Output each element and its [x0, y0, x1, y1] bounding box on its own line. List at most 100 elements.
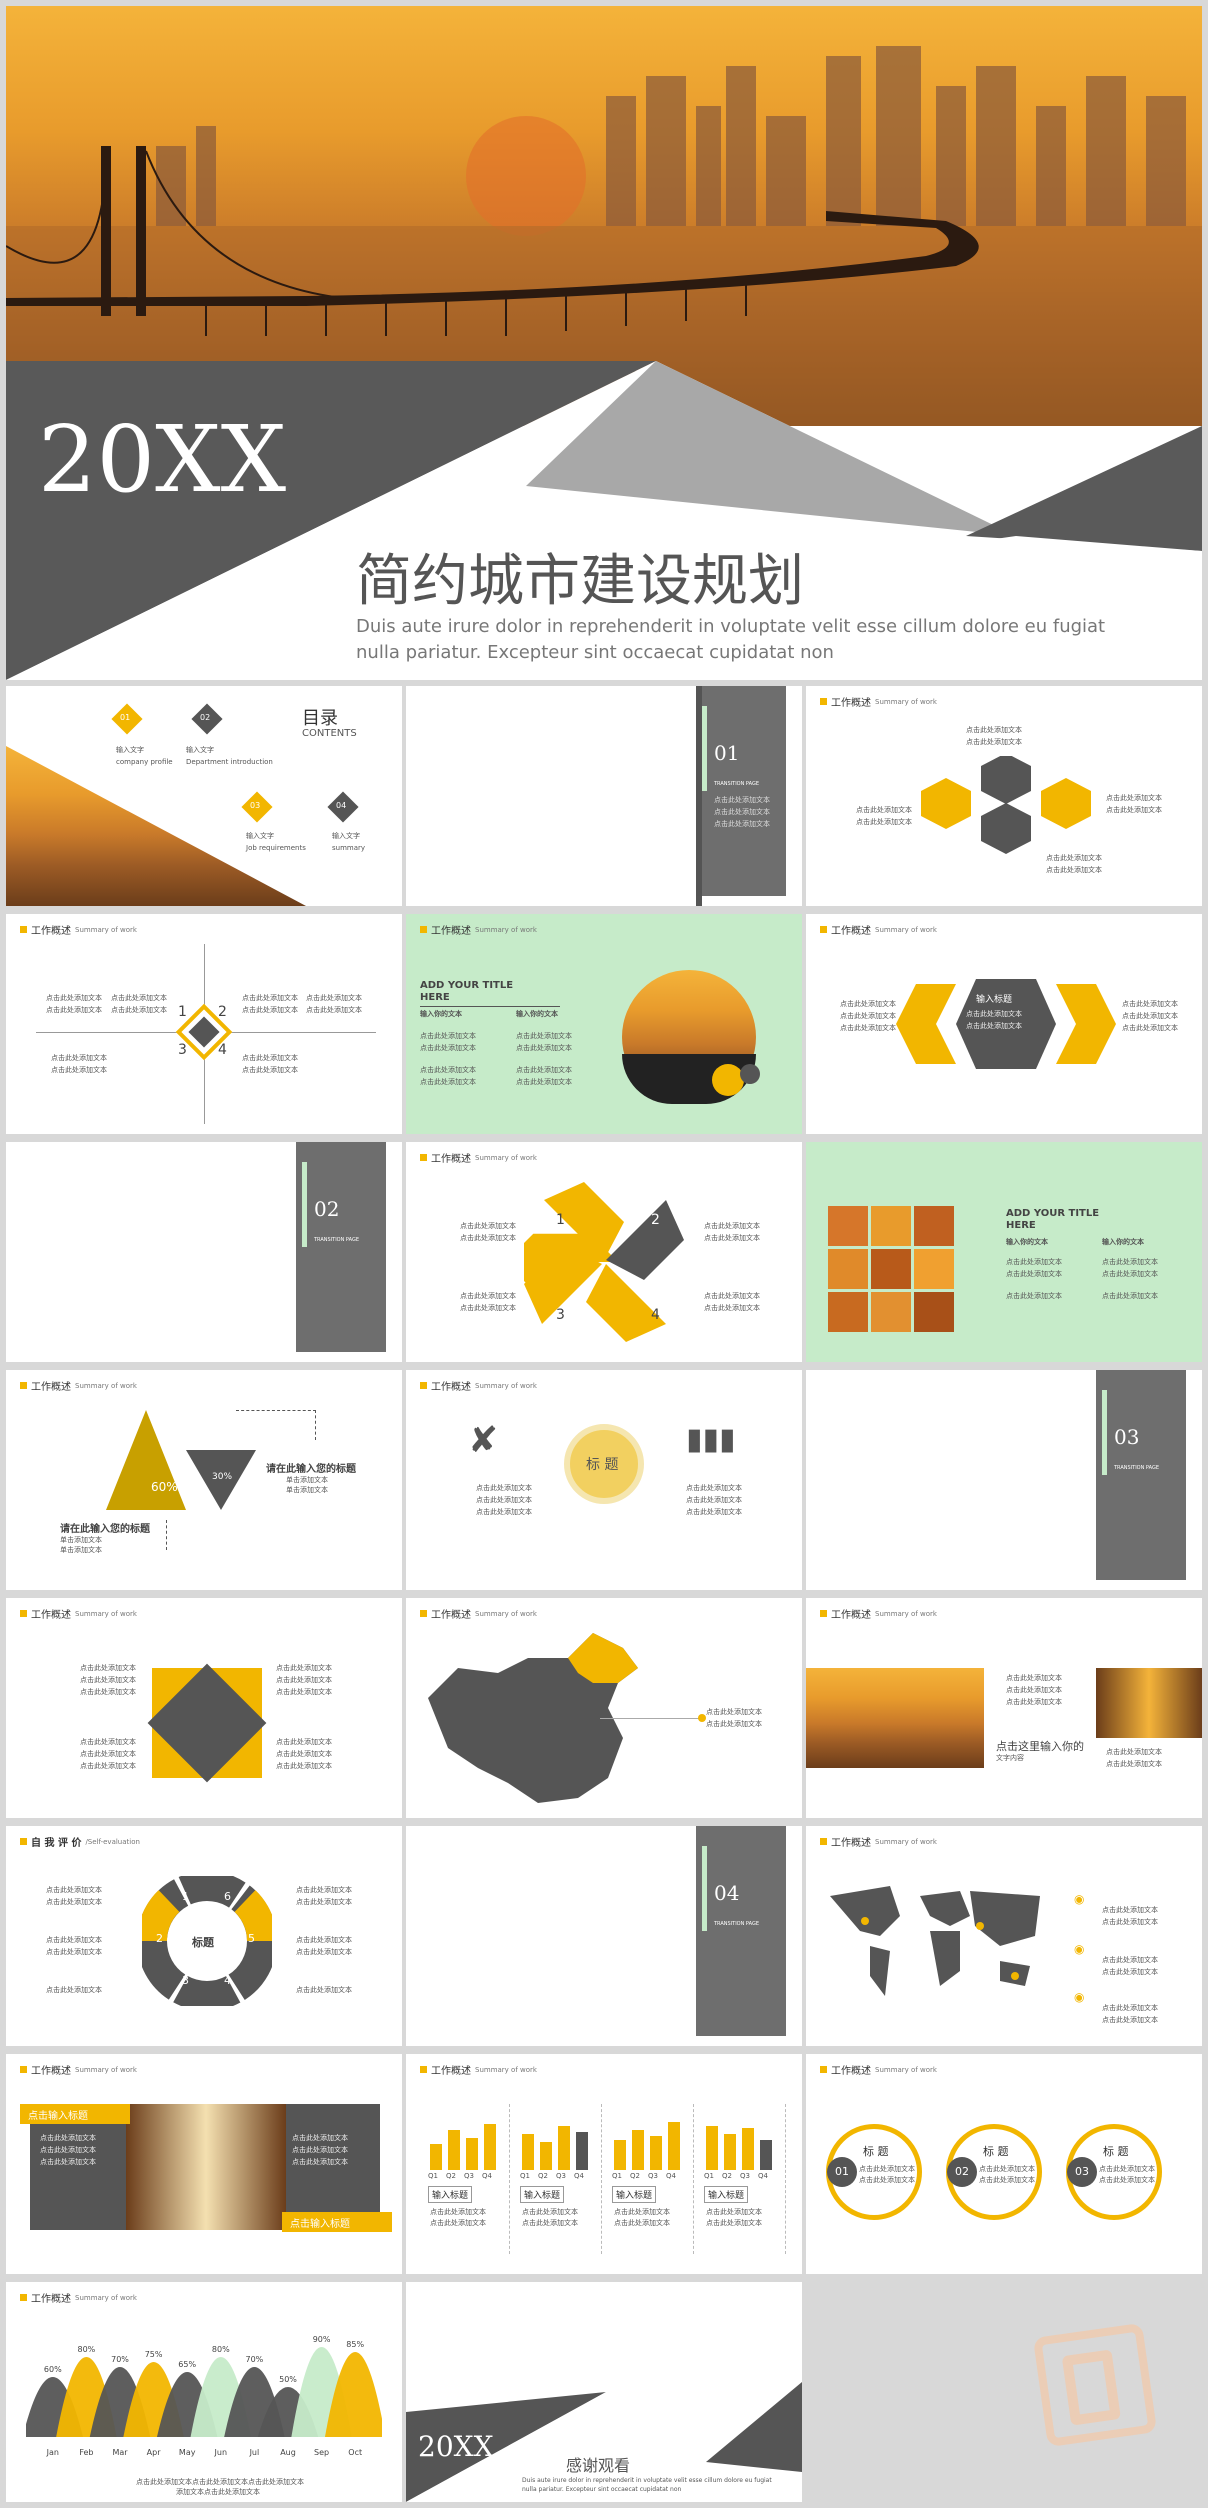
slide-header: 工作概述 Summary of work [420, 922, 537, 937]
toc-num-4: 04 [336, 801, 347, 810]
data-label: 60% [44, 2365, 62, 2374]
slide-triangles[interactable]: 工作概述 Summary of work 60% 30% 请在此输入您的标题 单击… [6, 1370, 402, 1590]
hex-title: 输入标题 [976, 995, 1013, 1005]
cross-text: 点击此处添加文本 [46, 1006, 102, 1014]
diamond-text: 点击此处添加文本 [80, 1750, 136, 1758]
circle-text: 点击此处添加文本 [1099, 2165, 1155, 2173]
petal-text: 点击此处添加文本 [460, 1292, 516, 1300]
bar [724, 2134, 736, 2170]
slide-circles[interactable]: 工作概述 Summary of work 01 标 题点击此处添加文本 点击此处添加文… [806, 2054, 1202, 2274]
slide-thanks[interactable]: 20XX 感谢观看 Duis aute irure dolor in repre… [406, 2282, 802, 2502]
add-title-text: 点击此处添加文本 [1006, 1258, 1062, 1266]
slide-cross[interactable]: 工作概述 Summary of work 1 2 3 4 点击此处添加文本 点击此… [6, 914, 402, 1134]
circle-title: 标 题 [863, 2145, 889, 2158]
petal-text: 点击此处添加文本 [460, 1304, 516, 1312]
toc-sub-4: summary [332, 844, 366, 852]
petal-shapes [524, 1182, 684, 1342]
slide-world-map[interactable]: 工作概述 Summary of work ◉ 点击此处添加文本 点击此处添加文本 … [806, 1826, 1202, 2046]
hex-text: 点击此处添加文本 [1106, 806, 1162, 814]
petal-text: 点击此处添加文本 [460, 1222, 516, 1230]
quarter-label: Q1 [428, 2172, 438, 2180]
bar-group-text: 点击此处添加文本 [614, 2208, 670, 2216]
hex-text: 点击此处添加文本 [1046, 854, 1102, 862]
ring-num: 4 [224, 1974, 231, 1987]
add-title-text: 点击此处添加文本 [516, 1044, 572, 1052]
header-square-icon [20, 2294, 27, 2301]
slide-tools[interactable]: 工作概述 Summary of work ✘ ▮▮▮ 标 题 点击此处添加文本 点… [406, 1370, 802, 1590]
slide-bars[interactable]: 工作概述 Summary of work Q1 Q2 Q3 Q4 输入标题 点击此处添加文本… [406, 2054, 802, 2274]
bar [448, 2130, 460, 2170]
slide-hexagons[interactable]: 工作概述 Summary of work 点击此处添加文本 点击此处添加文本 点击… [806, 686, 1202, 906]
slide-toc[interactable]: 目录 CONTENTS 01 输入文字 company profile 02 输… [6, 686, 402, 906]
title-circle-card: 02 标 题点击此处添加文本 点击此处添加文本 [946, 2124, 1042, 2220]
slide-section-04[interactable]: 04 TRANSITION PAGE [406, 1826, 802, 2046]
cover-slide[interactable]: 20XX 简约城市建设规划 Duis aute irure dolor in r… [6, 6, 1202, 680]
header-square-icon [420, 926, 427, 933]
add-title-col1: 输入你的文本 [420, 1010, 462, 1018]
photo-left [806, 1668, 984, 1768]
slide-banner[interactable]: 工作概述 Summary of work 点击输入标题 点击输入标题 点击此处添加… [6, 2054, 402, 2274]
world-text: 点击此处添加文本 [1102, 1918, 1158, 1926]
slide-header: 工作概述 Summary of work [820, 1606, 937, 1621]
ring-text: 点击此处添加文本 [46, 1986, 102, 1994]
diamond-text: 点击此处添加文本 [80, 1664, 136, 1672]
slide-ring[interactable]: 自 我 评 价/Self-evaluation 标题 1 6 2 5 3 4 点… [6, 1826, 402, 2046]
quarter-label: Q4 [482, 2172, 492, 2180]
slide-diamond[interactable]: 工作概述 Summary of work 点击此处添加文本 点击此处添加文本 点击… [6, 1598, 402, 1818]
slide-petals[interactable]: 工作概述 Summary of work 1 2 3 4 点击此处添加文本 点击此… [406, 1142, 802, 1362]
add-title-col2: 输入你的文本 [516, 1010, 558, 1018]
slide-hex-arrows[interactable]: 工作概述 Summary of work 输入标题 点击此处添加文本 点击此处添加… [806, 914, 1202, 1134]
photos-sub: 文字内容 [996, 1754, 1024, 1762]
slide-add-title-circle[interactable]: 工作概述 Summary of work ADD YOUR TITLE HERE … [406, 914, 802, 1134]
x-tick-label: Jun [214, 2448, 228, 2457]
slide-china-map[interactable]: 工作概述 Summary of work 点击此处添加文本 点击此处添加文本 [406, 1598, 802, 1818]
section-accent [1102, 1390, 1107, 1475]
ring-text: 点击此处添加文本 [46, 1898, 102, 1906]
slide-section-01[interactable]: 01 TRANSITION PAGE 点击此处添加文本 点击此处添加文本 点击此… [406, 686, 802, 906]
circle-text: 点击此处添加文本 [859, 2176, 915, 2184]
triangle-line: 单击添加文本 [286, 1486, 328, 1494]
bar-group-text: 点击此处添加文本 [430, 2219, 486, 2227]
diamond-text: 点击此处添加文本 [276, 1688, 332, 1696]
cross-text: 点击此处添加文本 [306, 1006, 362, 1014]
location-pin-icon: ◉ [1074, 1892, 1085, 1906]
ring-text: 点击此处添加文本 [296, 1886, 352, 1894]
add-title-text: 点击此处添加文本 [420, 1032, 476, 1040]
circle-title: 标 题 [1103, 2145, 1129, 2158]
triangle-title-1: 请在此输入您的标题 [266, 1464, 356, 1475]
header-square-icon [820, 1838, 827, 1845]
triangle-line: 单击添加文本 [286, 1476, 328, 1484]
add-title-text: 点击此处添加文本 [516, 1066, 572, 1074]
section-number: 02 [314, 1197, 340, 1221]
slide-add-title-grid[interactable]: ADD YOUR TITLE HERE 输入你的文本 输入你的文本 点击此处添加… [806, 1142, 1202, 1362]
quarter-label: Q3 [556, 2172, 566, 2180]
slide-header: 工作概述 Summary of work [20, 2062, 137, 2077]
add-title-text: 点击此处添加文本 [1102, 1292, 1158, 1300]
quarter-label: Q1 [520, 2172, 530, 2180]
section-panel [296, 1142, 386, 1352]
circle-text: 点击此处添加文本 [859, 2165, 915, 2173]
bar-group-text: 点击此处添加文本 [430, 2208, 486, 2216]
data-label: 70% [246, 2355, 264, 2364]
diamond-text: 点击此处添加文本 [276, 1664, 332, 1672]
slide-photos[interactable]: 工作概述 Summary of work 点击此处添加文本 点击此处添加文本 点击… [806, 1598, 1202, 1818]
cross-text: 点击此处添加文本 [51, 1054, 107, 1062]
world-text: 点击此处添加文本 [1102, 2004, 1158, 2012]
slide-section-03[interactable]: 03 TRANSITION PAGE [806, 1370, 1202, 1590]
data-label: 70% [111, 2355, 129, 2364]
watermark-logo [1032, 2322, 1158, 2448]
bar [484, 2124, 496, 2170]
section-text: 点击此处添加文本 [714, 820, 770, 828]
x-tick-label: Apr [147, 2448, 162, 2457]
photo-text: 点击此处添加文本 [1006, 1686, 1062, 1694]
diamond-text: 点击此处添加文本 [276, 1738, 332, 1746]
x-tick-label: Aug [280, 2448, 296, 2457]
data-label: 90% [313, 2335, 331, 2344]
ring-text: 点击此处添加文本 [296, 1936, 352, 1944]
add-title-heading: ADD YOUR TITLE [1006, 1208, 1100, 1219]
slide-area-chart[interactable]: 工作概述 Summary of work 60% Jan 80% Feb 70% Mar 75… [6, 2282, 402, 2502]
section-accent [702, 706, 707, 791]
cover-year: 20XX [38, 406, 287, 513]
slide-section-02[interactable]: 02 TRANSITION PAGE [6, 1142, 402, 1362]
gray-dot [740, 1064, 760, 1084]
